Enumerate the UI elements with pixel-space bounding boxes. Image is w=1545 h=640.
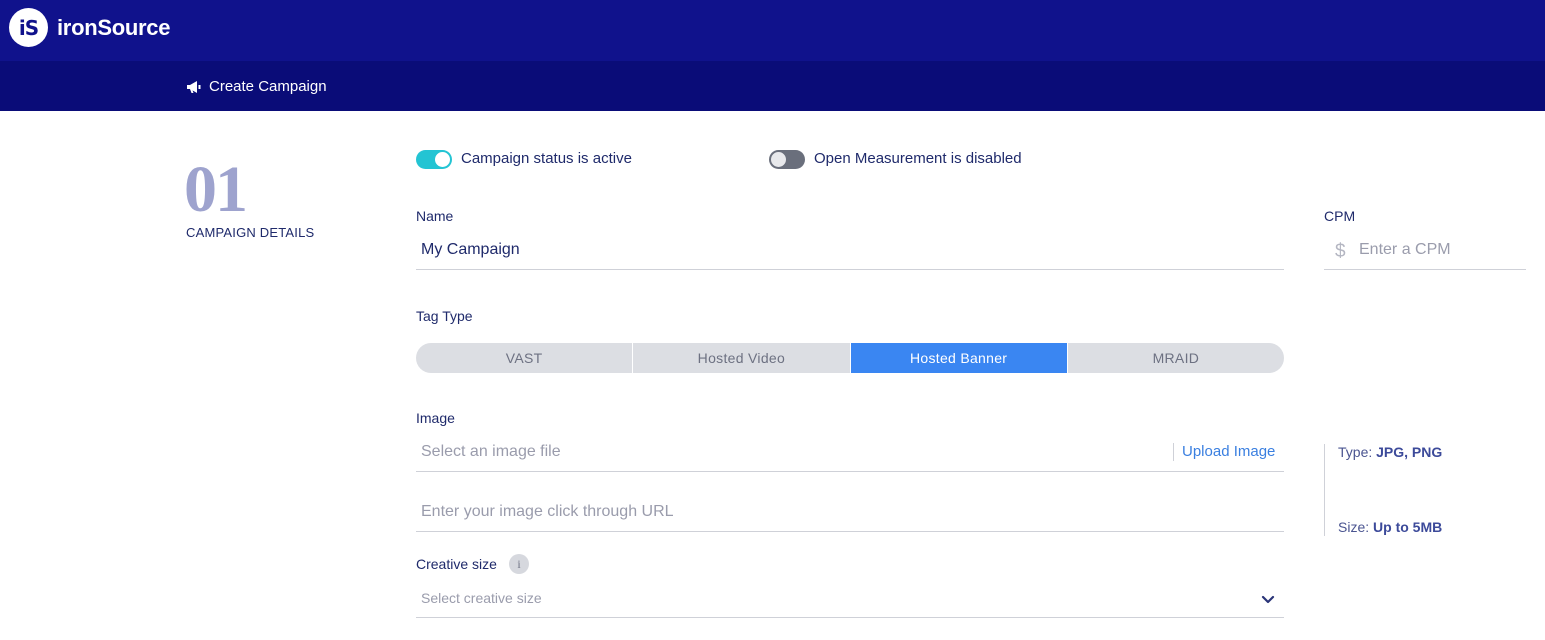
creative-size-underline — [416, 617, 1284, 618]
brand-name[interactable]: ironSource — [57, 15, 170, 41]
image-file-underline — [416, 471, 1284, 472]
click-through-url-input[interactable]: Enter your image click through URL — [421, 503, 674, 521]
image-label: Image — [416, 410, 455, 426]
campaign-status-toggle[interactable] — [416, 150, 452, 169]
brand-logo-icon[interactable]: iS — [9, 8, 48, 47]
tag-type-option-mraid[interactable]: MRAID — [1068, 343, 1284, 373]
cpm-input[interactable]: Enter a CPM — [1359, 241, 1451, 259]
url-underline — [416, 531, 1284, 532]
cpm-underline — [1324, 269, 1526, 270]
toggle-knob — [771, 152, 786, 167]
name-underline — [416, 269, 1284, 270]
megaphone-icon — [186, 80, 202, 94]
image-size-info: Size: Up to 5MB — [1338, 519, 1442, 535]
tag-type-option-hosted-banner[interactable]: Hosted Banner — [850, 343, 1068, 373]
info-icon[interactable]: i — [509, 554, 529, 574]
breadcrumb: Create Campaign — [186, 78, 327, 95]
image-type-label: Type: — [1338, 444, 1373, 460]
image-type-info: Type: JPG, PNG — [1338, 444, 1442, 460]
image-file-input[interactable]: Select an image file — [421, 443, 561, 461]
step-number: 01 — [184, 153, 248, 226]
image-type-value: JPG, PNG — [1376, 444, 1443, 460]
open-measurement-label: Open Measurement is disabled — [814, 150, 1022, 167]
name-label: Name — [416, 208, 454, 224]
cpm-label: CPM — [1324, 208, 1356, 224]
tag-type-label: Tag Type — [416, 308, 473, 324]
image-size-value: Up to 5MB — [1373, 519, 1443, 535]
campaign-status-label: Campaign status is active — [461, 150, 632, 167]
tag-type-option-vast[interactable]: VAST — [416, 343, 634, 373]
name-input[interactable]: My Campaign — [421, 241, 520, 259]
tag-type-option-hosted-video[interactable]: Hosted Video — [633, 343, 851, 373]
creative-size-select[interactable]: Select creative size — [421, 590, 542, 606]
toggle-knob — [435, 152, 450, 167]
creative-size-label: Creative size — [416, 556, 497, 572]
step-label: CAMPAIGN DETAILS — [186, 225, 315, 240]
image-size-label: Size: — [1338, 519, 1370, 535]
tag-type-selector: VAST Hosted Video Hosted Banner MRAID — [416, 343, 1284, 373]
upload-image-button[interactable]: Upload Image — [1182, 443, 1275, 460]
breadcrumb-label: Create Campaign — [209, 78, 327, 95]
chevron-down-icon[interactable] — [1261, 592, 1275, 610]
dollar-icon: $ — [1335, 241, 1346, 262]
upload-divider — [1173, 443, 1174, 461]
image-info-divider — [1324, 444, 1325, 536]
open-measurement-toggle[interactable] — [769, 150, 805, 169]
top-header: iS ironSource — [0, 0, 1545, 61]
